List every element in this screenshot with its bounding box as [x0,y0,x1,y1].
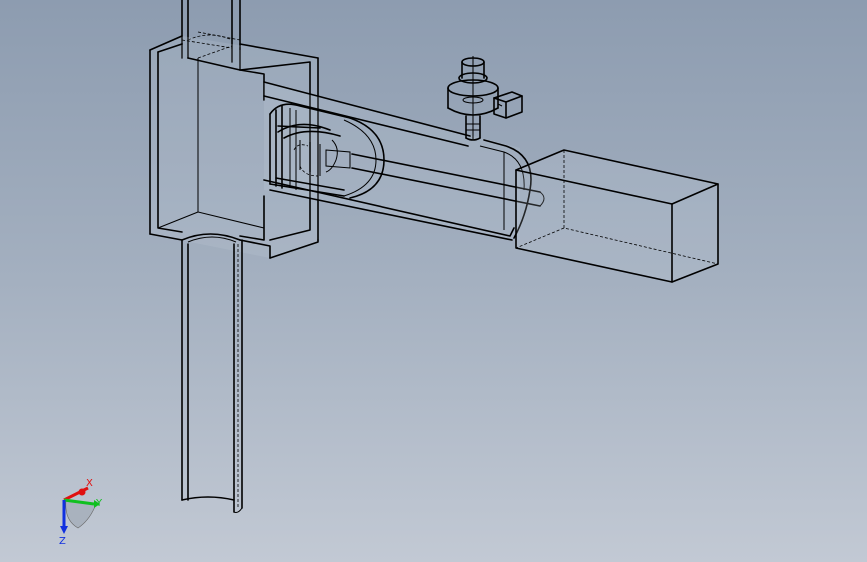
coordinate-triad: X Y Z [59,478,103,547]
pressure-valve[interactable] [447,56,499,141]
3d-model-view[interactable]: X Y Z [0,0,867,562]
x-axis-label: X [86,478,93,489]
actuator-box[interactable] [515,149,719,283]
graphics-viewport[interactable]: X Y Z [0,0,867,562]
z-axis-label: Z [59,536,66,547]
y-axis-label: Y [95,498,103,509]
lower-pipe[interactable] [181,233,243,513]
